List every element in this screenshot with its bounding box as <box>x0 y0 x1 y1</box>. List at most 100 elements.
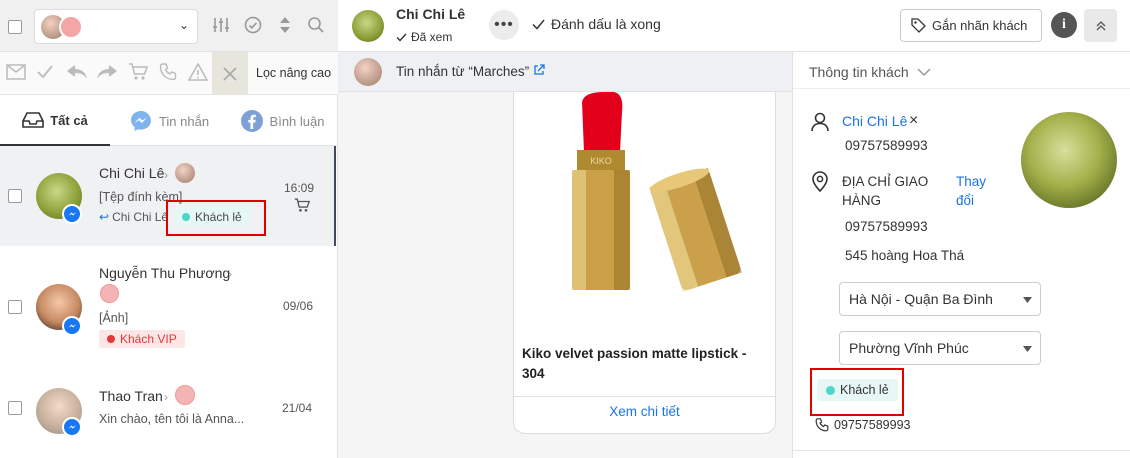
mark-done-label: Đánh dấu là xong <box>551 16 661 32</box>
product-card: KIKO Kiko velvet passion matte lipstick … <box>513 92 776 434</box>
product-brand: KIKO <box>590 156 612 166</box>
customer-tag[interactable]: Khách lẻ <box>817 379 898 401</box>
close-icon <box>223 66 237 81</box>
clear-filter-button[interactable] <box>212 52 248 95</box>
customer-tag[interactable]: Khách VIP <box>99 330 185 348</box>
conversation-name: Thao Tran <box>99 388 163 404</box>
district-select[interactable]: Hà Nội - Quận Ba Đình <box>839 282 1041 316</box>
customer-avatar <box>352 10 384 42</box>
header-actions: Gắn nhãn khách i <box>792 0 1130 52</box>
page-selector[interactable]: ⌄ <box>34 9 198 44</box>
check-icon[interactable] <box>36 64 54 83</box>
customer-photo <box>1021 112 1117 208</box>
collapse-button[interactable] <box>1084 9 1117 42</box>
messenger-icon <box>130 111 151 131</box>
phone-icon <box>815 418 829 432</box>
divider <box>514 396 775 397</box>
customer-tag-label: Khách lẻ <box>840 383 889 397</box>
chevron-down-icon: ⌄ <box>178 18 189 32</box>
forward-icon[interactable] <box>96 64 118 83</box>
more-options-icon[interactable]: ••• <box>489 10 519 40</box>
page-avatar-2 <box>59 15 83 39</box>
conversation-row[interactable]: Chi Chi Lê › [Tệp đính kèm] ↩ Chi Chi Lê… <box>0 146 336 246</box>
conversation-time: 21/04 <box>282 401 313 415</box>
reply-indicator: ↩ Chi Chi Lê <box>99 210 168 224</box>
remove-customer-icon[interactable]: × <box>909 112 918 130</box>
row-checkbox[interactable] <box>8 189 22 203</box>
message-source-bar: Tin nhắn từ “Marches” <box>338 52 792 92</box>
chevron-right-icon: › <box>164 168 168 182</box>
tab-comments[interactable]: Bình luận <box>232 96 332 146</box>
messenger-icon <box>62 417 82 437</box>
messenger-icon <box>62 316 82 336</box>
page-avatar <box>354 58 382 86</box>
conversation-time: 16:09 <box>284 181 315 195</box>
conversation-row[interactable]: Nguyễn Thu Phương › [Ảnh] Khách VIP 09/0… <box>0 246 336 360</box>
conversation-tabs: Tất cả Tin nhắn Bình luận <box>0 96 338 146</box>
conversation-time: 09/06 <box>283 299 314 313</box>
list-header: ⌄ <box>0 0 338 52</box>
row-checkbox[interactable] <box>8 401 22 415</box>
view-detail-button[interactable]: Xem chi tiết <box>514 404 775 419</box>
message-source-label: Tin nhắn từ “Marches” <box>396 64 530 79</box>
check-circle-icon[interactable] <box>244 16 262 37</box>
tab-messages[interactable]: Tin nhắn <box>120 96 218 146</box>
section-title: Thông tin khách <box>809 64 909 80</box>
tag-icon <box>911 18 926 33</box>
info-icon[interactable]: i <box>1051 12 1077 38</box>
chevron-right-icon: › <box>228 267 232 281</box>
customer-info-header[interactable]: Thông tin khách <box>809 64 931 80</box>
reply-icon: ↩ <box>99 210 110 224</box>
product-title: Kiko velvet passion matte lipstick - 304 <box>522 346 747 381</box>
dropdown-caret-icon <box>1023 297 1032 303</box>
sort-icon[interactable] <box>279 16 291 37</box>
dropdown-caret-icon <box>1023 346 1032 352</box>
conversation-name: Nguyễn Thu Phương <box>99 265 231 281</box>
district-value: Hà Nội - Quận Ba Đình <box>849 291 993 307</box>
cart-icon[interactable] <box>128 63 149 84</box>
check-icon <box>532 19 545 30</box>
user-icon <box>811 112 829 135</box>
page-avatar <box>100 284 119 303</box>
tag-customer-button[interactable]: Gắn nhãn khách <box>900 9 1042 42</box>
seen-status: Đã xem <box>396 30 452 44</box>
mail-icon[interactable] <box>6 64 26 83</box>
warning-icon[interactable] <box>187 62 209 84</box>
divider <box>793 450 1130 451</box>
contact-phone: 09757589993 <box>815 418 910 432</box>
page-avatar <box>175 385 195 405</box>
chevrons-up-icon <box>1096 20 1105 30</box>
sliders-icon[interactable] <box>212 16 230 37</box>
phone-icon[interactable] <box>159 63 177 84</box>
tag-dot <box>107 335 115 343</box>
ward-select[interactable]: Phường Vĩnh Phúc <box>839 331 1041 365</box>
product-image: KIKO <box>514 92 775 332</box>
ward-value: Phường Vĩnh Phúc <box>849 340 969 356</box>
check-icon <box>396 33 407 42</box>
row-checkbox[interactable] <box>8 300 22 314</box>
chevron-right-icon: › <box>164 390 168 404</box>
address-phone: 09757589993 <box>845 219 928 234</box>
tag-dot <box>826 385 835 395</box>
external-link-icon <box>534 64 545 75</box>
shipping-address-label: ĐỊA CHỈ GIAO HÀNG <box>842 174 929 208</box>
reply-from: Chi Chi Lê <box>112 210 169 224</box>
customer-tag[interactable]: Khách lẻ <box>174 208 250 226</box>
reply-icon[interactable] <box>66 64 88 83</box>
change-address-link[interactable]: Thay đổi <box>956 172 1002 210</box>
tab-all[interactable]: Tất cả <box>0 96 110 146</box>
advanced-filter-button[interactable]: Lọc nâng cao <box>256 66 331 80</box>
seen-status-label: Đã xem <box>411 30 453 44</box>
message-source[interactable]: Tin nhắn từ “Marches” <box>396 64 545 79</box>
customer-phone: 09757589993 <box>845 138 928 153</box>
chat-header: Chi Chi Lê Đã xem ••• Đánh dấu là xong <box>338 0 792 52</box>
tag-dot <box>182 213 190 221</box>
address-street: 545 hoàng Hoa Thá <box>845 248 965 263</box>
chat-customer-name: Chi Chi Lê <box>396 6 466 22</box>
customer-name-link[interactable]: Chi Chi Lê <box>842 113 907 129</box>
mark-done-button[interactable]: Đánh dấu là xong <box>532 16 661 32</box>
conversation-row[interactable]: Thao Tran › Xin chào, tên tôi là Anna...… <box>0 360 336 458</box>
search-icon[interactable] <box>307 16 325 37</box>
message-preview: [Ảnh] <box>99 311 129 325</box>
select-all-checkbox[interactable] <box>8 20 22 34</box>
